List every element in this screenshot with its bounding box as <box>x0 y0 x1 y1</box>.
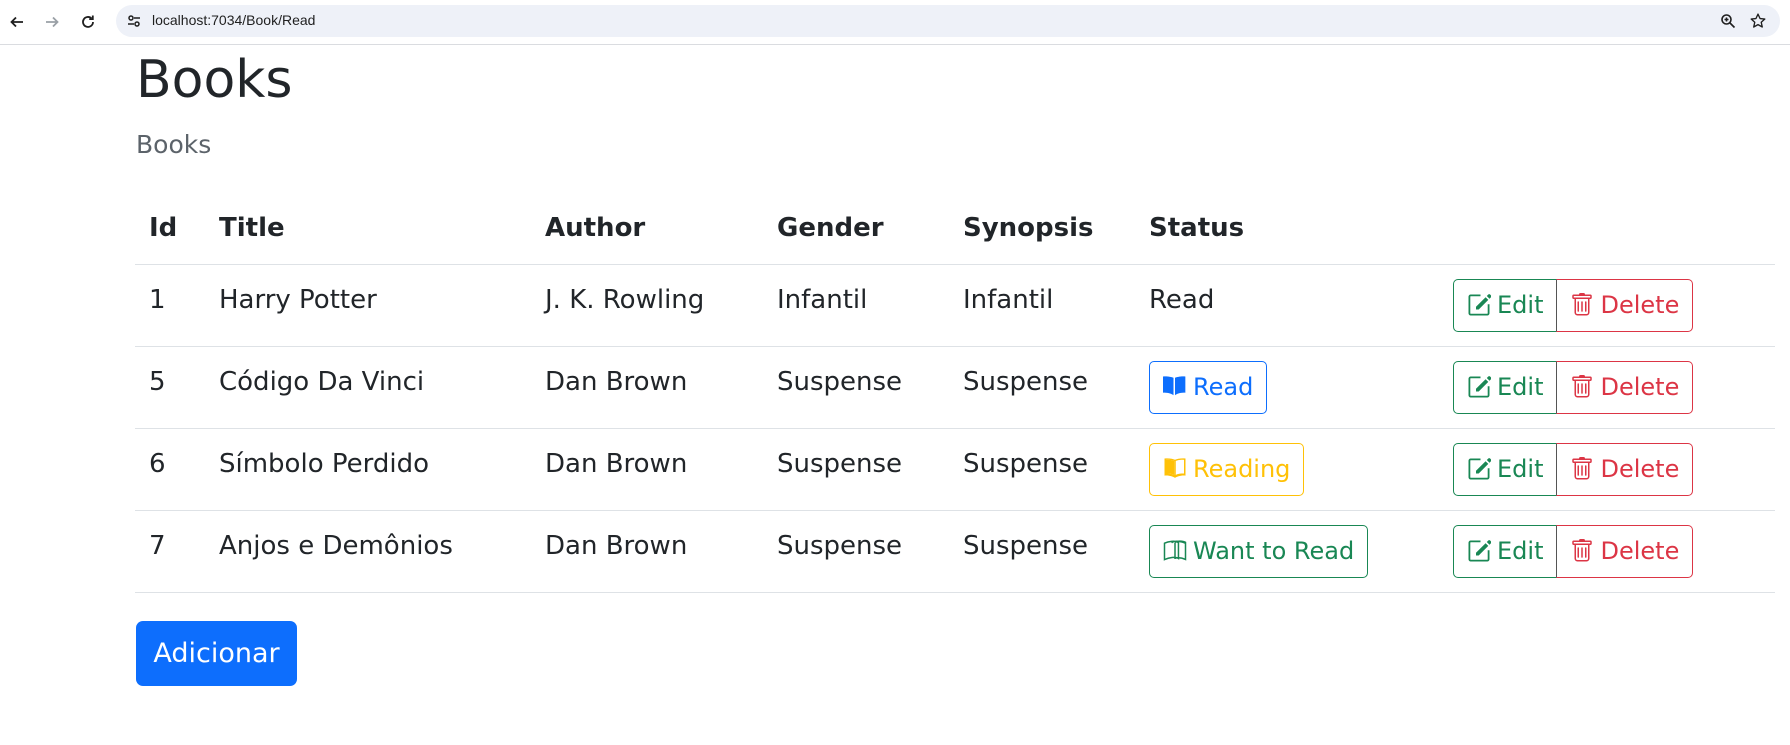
action-button-group: Edit Delete <box>1453 442 1694 496</box>
status-label: Reading <box>1193 455 1291 483</box>
tune-icon[interactable] <box>126 13 142 29</box>
pencil-square-icon <box>1468 540 1491 562</box>
cell-synopsis: Suspense <box>949 346 1135 429</box>
action-button-group: Edit Delete <box>1453 360 1694 414</box>
cell-actions: Edit Delete <box>1439 264 1775 347</box>
cell-id: 5 <box>135 346 205 429</box>
column-header-id: Id <box>135 192 205 265</box>
url-text[interactable]: localhost:7034/Book/Read <box>152 12 315 28</box>
column-header-actions <box>1439 192 1775 265</box>
cell-author: J. K. Rowling <box>531 264 763 347</box>
status-label: Want to Read <box>1193 537 1355 565</box>
cell-status: Want to Read <box>1135 510 1439 593</box>
cell-status: Reading <box>1135 428 1439 511</box>
cell-id: 6 <box>135 428 205 511</box>
delete-button[interactable]: Delete <box>1556 360 1694 414</box>
cell-id: 7 <box>135 510 205 593</box>
pencil-square-icon <box>1468 294 1491 316</box>
cell-gender: Infantil <box>763 264 949 347</box>
cell-gender: Suspense <box>763 428 949 511</box>
column-header-status: Status <box>1135 192 1439 265</box>
table-row: 7 Anjos e Demônios Dan Brown Suspense Su… <box>135 510 1775 593</box>
table-row: 5 Código Da Vinci Dan Brown Suspense Sus… <box>135 346 1775 429</box>
delete-button-label: Delete <box>1600 455 1680 483</box>
book-filled-icon <box>1163 376 1186 396</box>
arrow-right-icon <box>46 16 59 28</box>
cell-gender: Suspense <box>763 346 949 429</box>
cell-status: Read <box>1135 346 1439 429</box>
action-button-group: Edit Delete <box>1453 524 1694 578</box>
books-table: Id Title Author Gender Synopsis Status 1… <box>135 192 1775 593</box>
column-header-synopsis: Synopsis <box>949 192 1135 265</box>
cell-author: Dan Brown <box>531 346 763 429</box>
arrow-left-icon <box>10 16 23 28</box>
edit-button-label: Edit <box>1497 455 1544 483</box>
pencil-square-icon <box>1468 458 1491 480</box>
edit-button-label: Edit <box>1497 537 1544 565</box>
column-header-gender: Gender <box>763 192 949 265</box>
star-icon[interactable] <box>1749 12 1767 30</box>
cell-title: Símbolo Perdido <box>205 428 531 511</box>
action-button-group: Edit Delete <box>1453 278 1694 332</box>
browser-toolbar: localhost:7034/Book/Read <box>0 0 1790 45</box>
edit-button-label: Edit <box>1497 373 1544 401</box>
cell-author: Dan Brown <box>531 510 763 593</box>
book-outline-icon <box>1163 540 1187 561</box>
pencil-square-icon <box>1468 376 1491 398</box>
column-header-title: Title <box>205 192 531 265</box>
zoom-icon[interactable] <box>1720 13 1736 29</box>
table-row: 1 Harry Potter J. K. Rowling Infantil In… <box>135 264 1775 347</box>
edit-button[interactable]: Edit <box>1453 524 1558 578</box>
trash-icon <box>1572 457 1593 480</box>
status-read-button[interactable]: Read <box>1149 360 1268 414</box>
cell-id: 1 <box>135 264 205 347</box>
edit-button[interactable]: Edit <box>1453 278 1558 332</box>
trash-icon <box>1572 539 1593 562</box>
column-header-author: Author <box>531 192 763 265</box>
cell-title: Anjos e Demônios <box>205 510 531 593</box>
edit-button-label: Edit <box>1497 291 1544 319</box>
edit-button[interactable]: Edit <box>1453 360 1558 414</box>
cell-gender: Suspense <box>763 510 949 593</box>
cell-actions: Edit Delete <box>1439 510 1775 593</box>
back-button[interactable] <box>5 10 29 34</box>
delete-button[interactable]: Delete <box>1556 442 1694 496</box>
page-title: Books <box>136 50 293 110</box>
status-want-to-read-button[interactable]: Want to Read <box>1149 524 1369 578</box>
delete-button[interactable]: Delete <box>1556 278 1694 332</box>
delete-button[interactable]: Delete <box>1556 524 1694 578</box>
reload-button[interactable] <box>76 10 100 34</box>
cell-actions: Edit Delete <box>1439 346 1775 429</box>
cell-synopsis: Suspense <box>949 428 1135 511</box>
forward-button[interactable] <box>40 10 64 34</box>
cell-synopsis: Suspense <box>949 510 1135 593</box>
table-header-row: Id Title Author Gender Synopsis Status <box>135 192 1775 265</box>
book-half-icon <box>1164 458 1186 478</box>
cell-actions: Edit Delete <box>1439 428 1775 511</box>
cell-title: Código Da Vinci <box>205 346 531 429</box>
edit-button[interactable]: Edit <box>1453 442 1558 496</box>
table-row: 6 Símbolo Perdido Dan Brown Suspense Sus… <box>135 428 1775 511</box>
status-label: Read <box>1193 373 1254 401</box>
delete-button-label: Delete <box>1600 537 1680 565</box>
delete-button-label: Delete <box>1600 291 1680 319</box>
reload-icon <box>82 15 94 28</box>
add-book-button[interactable]: Adicionar <box>136 621 297 686</box>
delete-button-label: Delete <box>1600 373 1680 401</box>
trash-icon <box>1572 293 1593 316</box>
page-subtitle: Books <box>136 130 212 159</box>
address-bar[interactable]: localhost:7034/Book/Read <box>116 5 1780 37</box>
cell-status: Read <box>1135 264 1439 347</box>
cell-author: Dan Brown <box>531 428 763 511</box>
cell-synopsis: Infantil <box>949 264 1135 347</box>
status-reading-button[interactable]: Reading <box>1149 442 1305 496</box>
trash-icon <box>1572 375 1593 398</box>
cell-title: Harry Potter <box>205 264 531 347</box>
